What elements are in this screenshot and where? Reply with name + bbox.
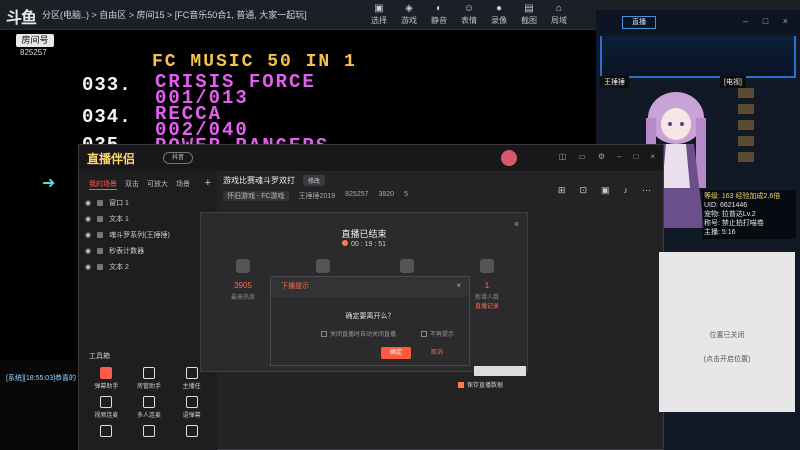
dialog-title: 直播已结束 — [341, 229, 387, 239]
chat-icon: ▭ — [578, 152, 586, 161]
add-scene-icon[interactable]: + — [205, 177, 211, 189]
toolbox: 弹幕助手 房管助手 主播任 视频连麦 多人连麦 语弹幕 — [85, 367, 213, 439]
save-data-checkbox[interactable]: 保存直播数据 — [458, 380, 503, 389]
bell-icon[interactable]: ♪ — [624, 185, 629, 196]
record-icon[interactable]: ● 录像 — [488, 3, 510, 26]
voice-danmu-button[interactable]: 语弹幕 — [170, 396, 213, 419]
no-remind-checkbox[interactable]: 不再提示 — [421, 329, 454, 338]
end-stream-confirm-dialog: 下播提示 × 确定要离开么？ 关闭直播时自动关闭直播 不再提示 确定 取消 — [270, 276, 470, 366]
stream-action-icons: ⊞ ⊡ ▣ ♪ ⋯ — [558, 185, 651, 196]
stream-record-link[interactable]: 直播记录 — [475, 304, 499, 310]
tool-button[interactable] — [170, 425, 213, 439]
live-button[interactable]: 直播 — [622, 16, 656, 29]
list-item[interactable]: ◉ 文本 2 — [85, 259, 213, 275]
screen: 斗鱼 分区(电脑..) > 自由区 > 房间15 > [FC音乐50合1, 普通… — [0, 0, 800, 450]
danmu-helper-button[interactable]: 弹幕助手 — [85, 367, 128, 390]
tab-scene[interactable]: 场景 — [176, 179, 190, 190]
entry-number: 034. — [82, 106, 132, 128]
room-admin-button[interactable]: 房管助手 — [128, 367, 171, 390]
close-icon[interactable]: × — [456, 281, 461, 290]
location-closed-text: 位置已关闭 — [709, 332, 745, 339]
share-icon[interactable]: ⋯ — [642, 185, 651, 196]
message-icon: ◫ — [558, 152, 567, 161]
gift-icon[interactable]: ⊞ — [558, 185, 566, 196]
scene-panel: 我的场景 双击 可放大 场景 + ◉ 窗口 1 ◉ 文本 1 ◉ 魂斗罗系列(王捶捶)… — [79, 171, 217, 450]
mute-icon[interactable]: ◐ 静音 — [428, 3, 450, 26]
window-controls[interactable]: – □ × — [743, 16, 794, 26]
stat-peak-heat: 3905 最高热度 — [213, 259, 273, 301]
confirm-button[interactable]: 确定 — [381, 347, 411, 359]
emoji-icon[interactable]: ☺ 表情 — [458, 3, 480, 26]
entry-name: CRISIS FORCE 001/013 — [155, 71, 316, 109]
cancel-button[interactable]: 取消 — [431, 347, 443, 359]
entry-number: 033. — [82, 74, 132, 96]
tab-double[interactable]: 双击 — [125, 179, 139, 190]
source-list: ◉ 窗口 1 ◉ 文本 1 ◉ 魂斗罗系列(王捶捶) ◉ 秒表计数器 ◉ 文本 2 — [85, 195, 213, 275]
avatar[interactable] — [501, 150, 517, 166]
tab-zoom[interactable]: 可放大 — [147, 179, 168, 190]
edit-button[interactable]: 修改 — [302, 175, 325, 186]
multi-link-button[interactable]: 多人连麦 — [128, 396, 171, 419]
player-name-left: 王捶捶 — [600, 76, 629, 88]
room-id: 825257 — [20, 48, 47, 57]
cursor-arrow-icon: ➜ — [42, 175, 56, 192]
list-item[interactable]: ◉ 窗口 1 — [85, 195, 213, 211]
minimize-icon: – — [617, 152, 622, 161]
close-icon: × — [650, 152, 655, 161]
window-header: 直播伴侣 抖音 ◫ ▭ ⚙ – □ × — [79, 145, 663, 171]
room-label: 房间号 — [16, 34, 54, 47]
confirm-question: 确定要离开么？ — [345, 313, 395, 320]
player-name-right: [电视] — [720, 76, 746, 88]
overlay-frame — [600, 36, 796, 78]
duration: 00 : 19 : 51 — [201, 240, 527, 248]
list-item[interactable]: ◉ 文本 1 — [85, 211, 213, 227]
list-item[interactable]: ◉ 秒表计数器 — [85, 243, 213, 259]
auto-close-checkbox[interactable]: 关闭直播时自动关闭直播 — [321, 329, 396, 338]
location-tile[interactable]: 位置已关闭 (点击开启位置) — [659, 252, 795, 412]
tool-button[interactable] — [128, 425, 171, 439]
maximize-icon: □ — [633, 152, 639, 161]
gamepad-icon[interactable]: ◈ 游戏 — [398, 3, 420, 26]
breadcrumb[interactable]: 分区(电脑..) > 自由区 > 房间15 > [FC音乐50合1, 普通, 大… — [42, 8, 307, 21]
screenshot-icon[interactable]: ▤ 截图 — [518, 3, 540, 26]
list-item[interactable]: ◉ 魂斗罗系列(王捶捶) — [85, 227, 213, 243]
select-icon[interactable]: ▣ 选择 — [368, 3, 390, 26]
lan-icon[interactable]: ⌂ 局域 — [548, 3, 570, 26]
scene-tabs: 我的场景 双击 可放大 场景 — [89, 179, 190, 190]
hint-chip — [474, 366, 526, 376]
toolbar: ▣ 选择 ◈ 游戏 ◐ 静音 ☺ 表情 ● 录像 ▤ 截图 ⌂ 局域 — [368, 3, 570, 26]
preview-header: 直播 – □ × — [596, 10, 800, 34]
tool-button[interactable] — [85, 425, 128, 439]
side-badges — [738, 88, 790, 198]
system-message: [系统][18:55:03]恭喜的 — [6, 375, 77, 382]
stream-title: 游戏比赛魂斗罗双打 — [223, 176, 295, 185]
video-link-button[interactable]: 视频连麦 — [85, 396, 128, 419]
toolbox-title: 工具箱 — [89, 353, 110, 360]
confirm-header: 下播提示 — [271, 277, 469, 297]
app-logo: 斗鱼 — [6, 10, 37, 27]
box-icon[interactable]: ▣ — [601, 185, 610, 196]
game-title: FC MUSIC 50 IN 1 — [152, 52, 357, 72]
settings-icon: ⚙ — [597, 152, 606, 161]
location-open-hint: (点击开启位置) — [703, 356, 751, 363]
companion-logo: 直播伴侣 — [87, 152, 136, 166]
window-controls[interactable]: ◫ ▭ ⚙ – □ × — [559, 152, 655, 161]
entry-name: RECCA 002/040 — [155, 103, 249, 141]
lock-icon[interactable]: ⊡ — [579, 185, 587, 196]
tab-my-scenes[interactable]: 我的场景 — [89, 179, 117, 190]
platform-tag[interactable]: 抖音 — [163, 152, 193, 164]
player-stats: 等级: 163 经验加成2.6倍 UID: 6621446 宠物: 拉普达Lv.… — [702, 190, 796, 239]
